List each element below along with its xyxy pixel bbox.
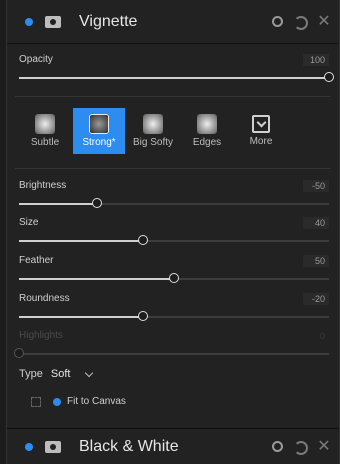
close-icon[interactable]: ✕ (317, 13, 331, 29)
preset-more[interactable]: More (235, 108, 287, 154)
slider-track (14, 348, 329, 358)
fit-canvas-icon[interactable] (31, 396, 41, 407)
slider-knob[interactable] (138, 311, 148, 321)
black-white-header[interactable]: Black & White ✕ (7, 428, 339, 464)
visibility-icon[interactable] (45, 15, 61, 28)
slider-fill (19, 278, 174, 280)
close-icon[interactable]: ✕ (317, 438, 331, 454)
panel-title: Black & White (79, 437, 179, 455)
preset-thumbnail (143, 114, 163, 134)
slider-knob[interactable] (169, 273, 179, 283)
slider-track[interactable] (19, 311, 329, 321)
chevron-down-icon[interactable] (85, 368, 94, 377)
fit-to-canvas-row[interactable]: Fit to Canvas (31, 396, 126, 407)
vignette-header[interactable]: Vignette ✕ (7, 0, 339, 44)
slider-label: Highlights (19, 330, 63, 341)
preset-thumbnail (89, 114, 109, 134)
preset-subtle[interactable]: Subtle (19, 108, 71, 154)
divider (15, 96, 331, 97)
type-value[interactable]: Soft (51, 368, 71, 380)
slider-label: Size (19, 217, 39, 228)
reset-icon[interactable] (293, 15, 308, 30)
type-dropdown[interactable]: Type Soft (19, 368, 94, 380)
feather-slider[interactable]: Feather 50 (19, 255, 333, 293)
preset-label: More (249, 136, 273, 147)
slider-track[interactable] (19, 273, 329, 283)
preset-thumbnail (35, 114, 55, 134)
slider-knob[interactable] (91, 198, 102, 208)
chevron-down-icon (252, 115, 270, 133)
brightness-slider[interactable]: Brightness -50 (19, 180, 333, 218)
panel-title: Vignette (79, 12, 138, 30)
slider-fill (19, 240, 143, 242)
enabled-dot-icon[interactable] (25, 442, 33, 451)
highlights-slider: Highlights 0 (14, 330, 333, 368)
slider-label: Feather (19, 255, 54, 266)
preset-label: Strong* (82, 137, 116, 148)
preset-label: Edges (192, 137, 222, 148)
preset-label: Big Softy (132, 137, 174, 148)
slider-value[interactable]: 40 (303, 217, 329, 229)
opacity-slider[interactable]: Opacity 100 (19, 54, 334, 92)
slider-label: Brightness (19, 180, 67, 191)
slider-track[interactable] (19, 198, 329, 208)
slider-knob[interactable] (324, 72, 334, 82)
slider-fill (19, 77, 329, 79)
slider-track[interactable] (19, 72, 334, 82)
divider (15, 168, 331, 169)
preset-row: Subtle Strong* Big Softy Edges More (19, 108, 287, 154)
slider-track[interactable] (19, 235, 329, 245)
type-label: Type (19, 368, 43, 380)
slider-value[interactable]: 100 (303, 54, 329, 66)
gear-icon[interactable] (272, 441, 283, 452)
gear-icon[interactable] (272, 16, 283, 27)
preset-big-softy[interactable]: Big Softy (127, 108, 179, 154)
vignette-panel: Vignette ✕ Opacity 100 Subtle Strong* Bi… (6, 0, 340, 464)
slider-label: Opacity (19, 54, 53, 65)
slider-value: 0 (319, 331, 325, 341)
slider-knob[interactable] (138, 235, 148, 245)
fit-to-canvas-label: Fit to Canvas (67, 396, 126, 407)
slider-value[interactable]: 50 (303, 255, 329, 267)
visibility-icon[interactable] (45, 440, 61, 453)
roundness-slider[interactable]: Roundness -20 (19, 293, 333, 331)
slider-value[interactable]: -20 (303, 293, 329, 305)
slider-label: Roundness (19, 293, 70, 304)
slider-fill (19, 203, 97, 205)
preset-label: Subtle (30, 137, 60, 148)
fit-toggle-dot-icon[interactable] (53, 397, 61, 406)
preset-strong[interactable]: Strong* (73, 108, 125, 154)
slider-fill (19, 316, 143, 318)
reset-icon[interactable] (293, 440, 308, 455)
slider-value[interactable]: -50 (303, 180, 329, 192)
size-slider[interactable]: Size 40 (19, 217, 333, 255)
preset-thumbnail (197, 114, 217, 134)
enabled-dot-icon[interactable] (25, 17, 33, 26)
slider-knob (14, 348, 24, 358)
preset-edges[interactable]: Edges (181, 108, 233, 154)
